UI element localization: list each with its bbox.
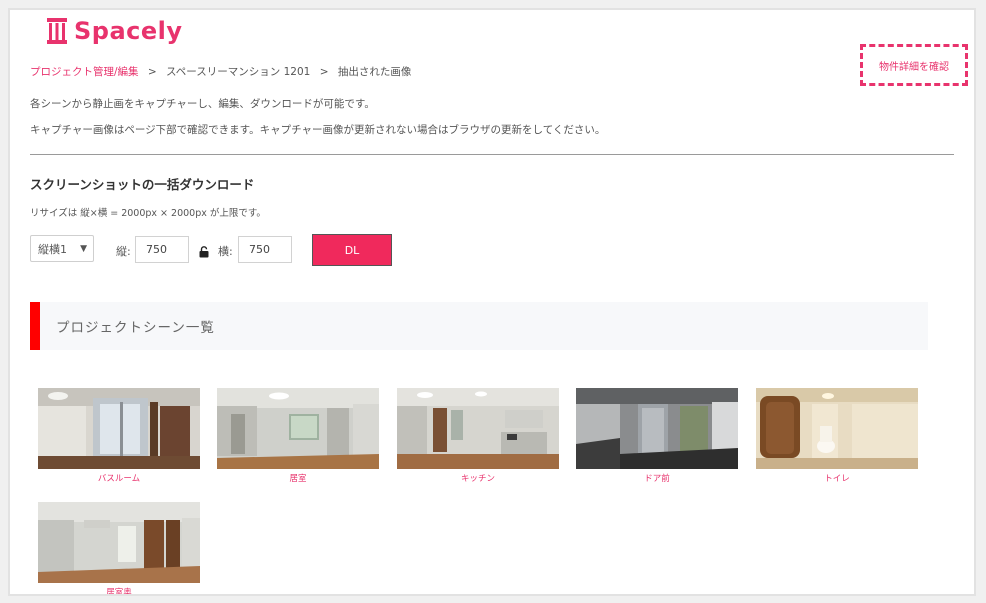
scene-card-kitchen[interactable]: キッチン (397, 388, 559, 484)
resize-note: リサイズは 縦×横 = 2000px × 2000px が上限です。 (30, 208, 266, 219)
width-label: 横: (218, 245, 233, 258)
scene-card-toilet[interactable]: トイレ (756, 388, 918, 484)
description-line-2: キャプチャー画像はページ下部で確認できます。キャプチャー画像が更新されない場合は… (30, 124, 606, 136)
breadcrumb-separator: > (319, 66, 329, 78)
scene-card-bathroom[interactable]: バスルーム (38, 388, 200, 484)
accent-bar (30, 302, 40, 350)
scene-caption: バスルーム (97, 474, 141, 484)
bulk-download-title: スクリーンショットの一括ダウンロード (30, 177, 255, 192)
chevron-down-icon: ▼ (80, 243, 87, 254)
property-detail-button[interactable]: 物件詳細を確認 (860, 44, 968, 86)
page-frame: Spacely プロジェクト管理/編集 > スペースリーマンション 1201 >… (8, 8, 976, 596)
bathroom-panorama-icon[interactable] (38, 388, 200, 469)
scene-card-back-room[interactable]: 居室奥 (38, 502, 200, 596)
kitchen-panorama-icon[interactable] (397, 388, 559, 469)
download-button[interactable]: DL (312, 234, 392, 266)
scene-caption: キッチン (460, 474, 495, 484)
ratio-select[interactable]: 縦横1 ▼ (30, 235, 94, 262)
scene-caption: 居室奥 (106, 588, 132, 596)
lock-icon[interactable] (199, 243, 209, 262)
toilet-panorama-icon[interactable] (756, 388, 918, 469)
scene-caption: トイレ (824, 474, 850, 484)
scene-caption: ドア前 (644, 474, 670, 484)
breadcrumb-separator: > (147, 66, 157, 78)
height-input[interactable]: 750 (135, 236, 189, 263)
brand-name: Spacely (74, 17, 183, 45)
breadcrumb-link-project[interactable]: プロジェクト管理/編集 (30, 66, 139, 78)
width-input[interactable]: 750 (238, 236, 292, 263)
pillar-icon (47, 18, 67, 44)
ratio-select-value: 縦横1 (38, 242, 67, 256)
scene-list-header: プロジェクトシーン一覧 (30, 302, 928, 350)
scene-card-living-room[interactable]: 居室 (217, 388, 379, 484)
door-front-panorama-icon[interactable] (576, 388, 738, 469)
scene-caption: 居室 (289, 474, 307, 484)
scene-list-title: プロジェクトシーン一覧 (56, 320, 215, 336)
brand-logo[interactable]: Spacely (46, 16, 183, 46)
description-line-1: 各シーンから静止画をキャプチャーし、編集、ダウンロードが可能です。 (30, 98, 375, 110)
breadcrumb-item-property: スペースリーマンション 1201 (166, 66, 311, 78)
living-room-panorama-icon[interactable] (217, 388, 379, 469)
divider (30, 154, 954, 155)
scene-card-door-front[interactable]: ドア前 (576, 388, 738, 484)
back-room-panorama-icon[interactable] (38, 502, 200, 583)
breadcrumb-item-current: 抽出された画像 (337, 66, 412, 78)
height-label: 縦: (116, 245, 131, 258)
breadcrumb: プロジェクト管理/編集 > スペースリーマンション 1201 > 抽出された画像 (30, 64, 411, 79)
